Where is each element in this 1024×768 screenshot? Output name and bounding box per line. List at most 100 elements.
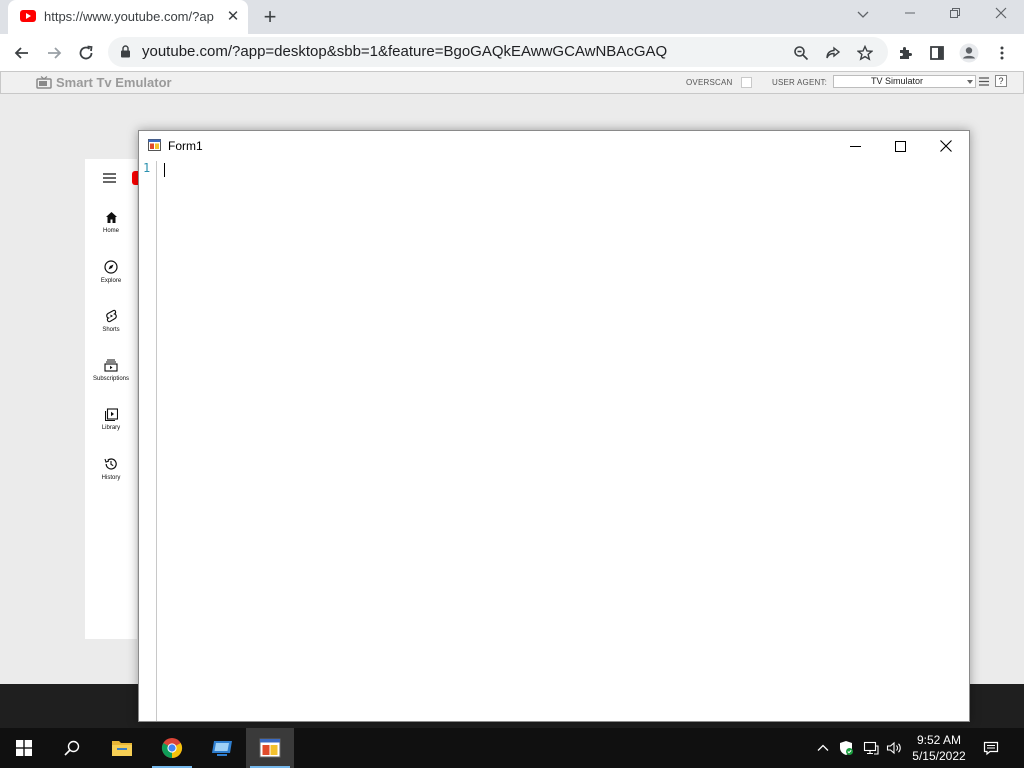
code-editor[interactable] [158,161,969,721]
close-icon [940,140,952,152]
arrow-left-icon [14,47,28,59]
home-icon [105,212,117,223]
zoom-button[interactable] [787,39,815,67]
windows-logo-icon [16,740,32,756]
line-number-gutter: 1 [139,161,157,721]
app-form-icon [259,738,281,758]
text-caret [164,163,165,177]
star-icon [857,45,873,61]
close-window-button[interactable] [986,4,1016,26]
user-agent-select[interactable]: TV Simulator [833,75,976,88]
nav-label: Library [101,425,121,431]
app-form-icon [148,139,161,151]
arrow-right-icon [48,47,62,59]
puzzle-icon [900,47,912,59]
taskbar-form1-app[interactable] [246,728,294,768]
chevron-up-icon[interactable] [815,740,831,756]
lock-icon[interactable] [120,45,131,58]
search-icon [64,740,80,756]
emulator-title: Smart Tv Emulator [56,75,172,90]
minimize-button[interactable] [895,4,925,26]
nav-item-shorts[interactable]: Shorts [85,309,137,349]
nav-label: History [101,475,121,481]
nav-label: Subscriptions [92,376,130,382]
nav-label: Shorts [102,327,120,333]
back-button[interactable] [8,39,36,67]
line-number: 1 [143,161,151,175]
tab-search-button[interactable] [848,4,878,26]
tab-close-button[interactable]: ✕ [224,7,242,27]
folder-icon [112,741,132,756]
nav-item-library[interactable]: Library [85,408,137,448]
chevron-down-icon [857,11,869,18]
network-icon[interactable] [863,740,879,756]
restore-button[interactable] [940,4,970,26]
taskbar: 9:52 AM 5/15/2022 [0,728,1024,768]
library-icon [104,408,118,421]
form1-window: Form1 1 [138,130,970,722]
taskbar-clock[interactable]: 9:52 AM 5/15/2022 [908,732,970,764]
reload-icon [79,45,93,60]
tab-title: https://www.youtube.com/?app=desktop&sbb… [44,9,214,24]
side-panel-button[interactable] [923,39,951,67]
security-shield-icon[interactable] [838,740,854,756]
compass-icon [104,260,118,274]
share-button[interactable] [819,39,847,67]
tv-icon [36,76,52,89]
side-panel-icon [930,46,944,60]
volume-icon[interactable] [886,740,902,756]
share-icon [826,46,841,59]
start-button[interactable] [0,728,48,768]
nav-label: Explore [100,278,122,284]
shorts-icon [105,309,117,323]
nav-item-explore[interactable]: Explore [85,260,137,300]
overscan-checkbox[interactable] [741,77,752,88]
maximize-icon [894,140,906,152]
avatar-icon [959,43,979,63]
emulator-toolbar: Smart Tv Emulator OVERSCAN USER AGENT: T… [0,71,1024,94]
minimize-icon [905,12,915,14]
taskbar-file-explorer[interactable] [98,728,146,768]
bookmark-button[interactable] [851,39,879,67]
browser-toolbar: youtube.com/?app=desktop&sbb=1&feature=B… [0,34,1024,71]
extensions-button[interactable] [891,39,919,67]
taskbar-chrome[interactable] [148,728,196,768]
nav-item-history[interactable]: History [85,457,137,497]
monitor-app-icon [212,741,232,756]
hamburger-menu-icon[interactable] [103,173,116,183]
clock-date: 5/15/2022 [912,749,966,763]
youtube-favicon-icon [20,10,36,22]
form1-minimize-button[interactable] [835,134,875,158]
nav-item-home[interactable]: Home [85,211,137,251]
new-tab-button[interactable]: + [258,4,282,30]
nav-item-subscriptions[interactable]: Subscriptions [85,359,137,399]
chrome-icon [161,738,183,759]
search-button[interactable] [48,728,96,768]
taskbar-remote-desktop[interactable] [198,728,246,768]
profile-button[interactable] [955,39,983,67]
dropdown-arrow-icon [967,80,973,84]
nav-label: Home [102,228,119,234]
youtube-sidebar: Home Explore Shorts Subscriptions Librar… [85,159,140,639]
chrome-menu-button[interactable] [988,39,1016,67]
close-icon [995,7,1007,19]
forward-button[interactable] [40,39,68,67]
browser-tab-youtube[interactable]: https://www.youtube.com/?app=desktop&sbb… [8,0,248,34]
address-bar[interactable]: youtube.com/?app=desktop&sbb=1&feature=B… [108,37,888,67]
reload-button[interactable] [72,39,100,67]
browser-tab-strip: https://www.youtube.com/?app=desktop&sbb… [0,0,1024,34]
form1-close-button[interactable] [926,134,966,158]
kebab-menu-icon [1000,46,1004,60]
zoom-icon [794,46,809,61]
menu-icon[interactable] [979,77,989,86]
url-text[interactable]: youtube.com/?app=desktop&sbb=1&feature=B… [142,43,667,60]
form1-maximize-button[interactable] [880,134,920,158]
user-agent-label: USER AGENT: [772,78,828,87]
form1-titlebar[interactable]: Form1 [139,131,969,161]
notifications-icon[interactable] [983,740,999,756]
overscan-label: OVERSCAN [686,78,733,87]
minimize-icon [849,145,861,147]
help-button[interactable]: ? [995,75,1007,87]
form1-title: Form1 [168,139,203,153]
restore-icon [950,8,960,18]
